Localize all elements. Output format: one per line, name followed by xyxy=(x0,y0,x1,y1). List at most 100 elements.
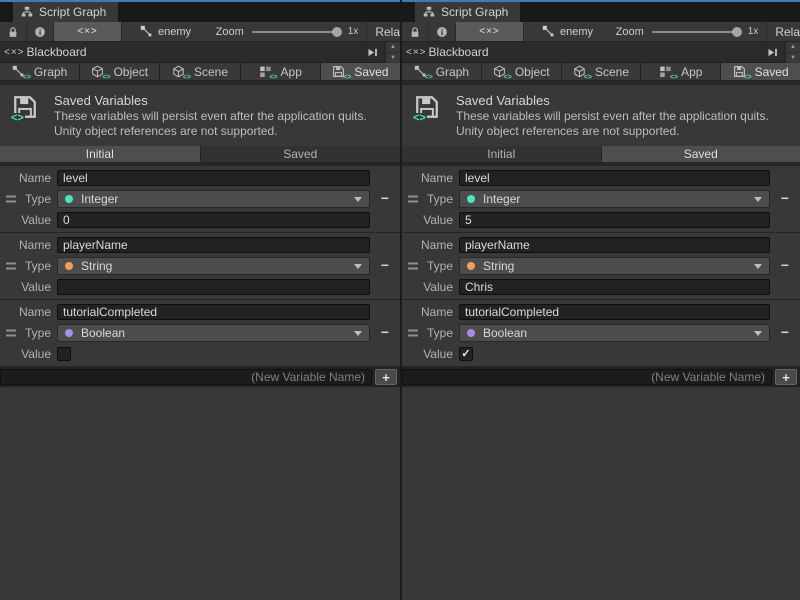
scroll-down-button[interactable]: ▼ xyxy=(386,52,400,63)
variable-value-input[interactable] xyxy=(57,212,370,228)
zoom-slider[interactable] xyxy=(652,31,738,33)
variable-row-playername: Name Type String − Value xyxy=(0,233,400,300)
info-button[interactable] xyxy=(27,22,54,41)
zoom-slider-thumb[interactable] xyxy=(732,27,742,37)
dock-toggle-button[interactable] xyxy=(766,46,779,59)
variable-scope-tabs: <> Graph <> Object <> Scene <> App <> Sa… xyxy=(402,63,800,85)
type-dropdown[interactable]: Boolean xyxy=(459,324,770,342)
graph-inspector-toggle-button[interactable]: <×> xyxy=(54,22,122,41)
boolean-value-checkbox[interactable]: ✓ xyxy=(459,347,473,361)
lock-button[interactable] xyxy=(0,22,27,41)
tab-scene[interactable]: <> Scene xyxy=(562,63,642,80)
code-badge-icon: <> xyxy=(10,113,25,124)
variable-name-input[interactable] xyxy=(459,237,770,253)
remove-variable-button[interactable]: − xyxy=(381,190,389,206)
name-label: Name xyxy=(402,305,459,319)
dock-toggle-button[interactable] xyxy=(366,46,379,59)
tab-label: Object xyxy=(113,65,148,79)
scroll-up-button[interactable]: ▲ xyxy=(386,42,400,52)
tab-graph[interactable]: <> Graph xyxy=(402,63,482,80)
subtab-initial[interactable]: Initial xyxy=(402,146,602,162)
name-label: Name xyxy=(402,238,459,252)
code-badge-icon: <> xyxy=(183,74,191,81)
variable-name-input[interactable] xyxy=(57,237,370,253)
integer-type-dot xyxy=(467,195,475,203)
remove-variable-button[interactable]: − xyxy=(781,257,789,273)
remove-variable-button[interactable]: − xyxy=(781,190,789,206)
graph-nodes-icon xyxy=(140,25,153,38)
type-value: Boolean xyxy=(483,326,527,340)
variable-value-input[interactable] xyxy=(459,212,770,228)
relations-label-clipped: Rela xyxy=(775,25,800,39)
tab-scene[interactable]: <> Scene xyxy=(160,63,240,80)
tab-object[interactable]: <> Object xyxy=(80,63,160,80)
tab-app[interactable]: <> App xyxy=(641,63,721,80)
zoom-slider[interactable] xyxy=(252,31,338,33)
new-variable-name-input[interactable] xyxy=(0,369,372,385)
tab-label: Object xyxy=(515,65,550,79)
graph-reference-breadcrumb[interactable]: enemy xyxy=(542,25,593,38)
remove-variable-button[interactable]: − xyxy=(381,324,389,340)
window-tab-script-graph[interactable]: Script Graph xyxy=(415,2,520,22)
lock-button[interactable] xyxy=(402,22,429,41)
blackboard-title: Blackboard xyxy=(429,45,489,59)
drag-handle[interactable] xyxy=(408,263,418,270)
code-badge-icon: <> xyxy=(743,74,751,81)
variable-name-input[interactable] xyxy=(57,170,370,186)
graph-inspector-toggle-button[interactable]: <×> xyxy=(456,22,524,41)
variable-value-input[interactable] xyxy=(57,279,370,295)
zoom-label: Zoom xyxy=(216,26,244,38)
tab-label: Scene xyxy=(194,65,228,79)
remove-variable-button[interactable]: − xyxy=(381,257,389,273)
type-dropdown[interactable]: String xyxy=(459,257,770,275)
zoom-slider-thumb[interactable] xyxy=(332,27,342,37)
graph-toolbar: <×> enemy Zoom 1x Rela xyxy=(402,22,800,42)
name-label: Name xyxy=(0,238,57,252)
boolean-value-checkbox[interactable] xyxy=(57,347,71,361)
playbar-icon xyxy=(766,46,779,59)
tab-saved[interactable]: <> Saved xyxy=(321,63,400,80)
new-variable-name-input[interactable] xyxy=(402,369,772,385)
subtab-initial[interactable]: Initial xyxy=(0,146,201,162)
chevron-down-icon xyxy=(754,331,762,336)
drag-handle[interactable] xyxy=(408,330,418,337)
subtab-saved[interactable]: Saved xyxy=(201,146,401,162)
tab-graph[interactable]: <> Graph xyxy=(0,63,80,80)
variable-value-input[interactable] xyxy=(459,279,770,295)
variable-name-input[interactable] xyxy=(459,304,770,320)
state-subtabs: Initial Saved xyxy=(0,146,400,162)
type-value: Integer xyxy=(483,192,520,206)
type-dropdown[interactable]: Integer xyxy=(57,190,370,208)
tab-object[interactable]: <> Object xyxy=(482,63,562,80)
type-dropdown[interactable]: Integer xyxy=(459,190,770,208)
scroll-down-button[interactable]: ▼ xyxy=(786,52,800,63)
graph-reference-breadcrumb[interactable]: enemy xyxy=(140,25,191,38)
saved-variables-icon: <> xyxy=(414,94,442,122)
variable-name-input[interactable] xyxy=(459,170,770,186)
variable-row-playername: Name Type String − Value xyxy=(402,233,800,300)
type-dropdown[interactable]: Boolean xyxy=(57,324,370,342)
subtab-saved[interactable]: Saved xyxy=(602,146,800,162)
zoom-label: Zoom xyxy=(616,26,644,38)
graph-reference-label: enemy xyxy=(158,26,191,38)
chevron-down-icon xyxy=(754,197,762,202)
drag-handle[interactable] xyxy=(6,263,16,270)
drag-handle[interactable] xyxy=(6,330,16,337)
add-variable-button[interactable]: + xyxy=(775,369,797,385)
drag-handle[interactable] xyxy=(408,196,418,203)
variable-name-input[interactable] xyxy=(57,304,370,320)
tab-label: Graph xyxy=(34,65,67,79)
tab-saved[interactable]: <> Saved xyxy=(721,63,800,80)
drag-handle[interactable] xyxy=(6,196,16,203)
info-button[interactable] xyxy=(429,22,456,41)
add-variable-button[interactable]: + xyxy=(375,369,397,385)
window-tab-script-graph[interactable]: Script Graph xyxy=(13,2,118,22)
value-label: Value xyxy=(402,213,459,227)
info-line-1: These variables will persist even after … xyxy=(54,109,367,124)
type-dropdown[interactable]: String xyxy=(57,257,370,275)
variable-row-tutorialcompleted: Name Type Boolean − Value ✓ xyxy=(402,300,800,367)
scroll-up-button[interactable]: ▲ xyxy=(786,42,800,52)
tab-app[interactable]: <> App xyxy=(241,63,321,80)
remove-variable-button[interactable]: − xyxy=(781,324,789,340)
type-value: String xyxy=(81,259,112,273)
